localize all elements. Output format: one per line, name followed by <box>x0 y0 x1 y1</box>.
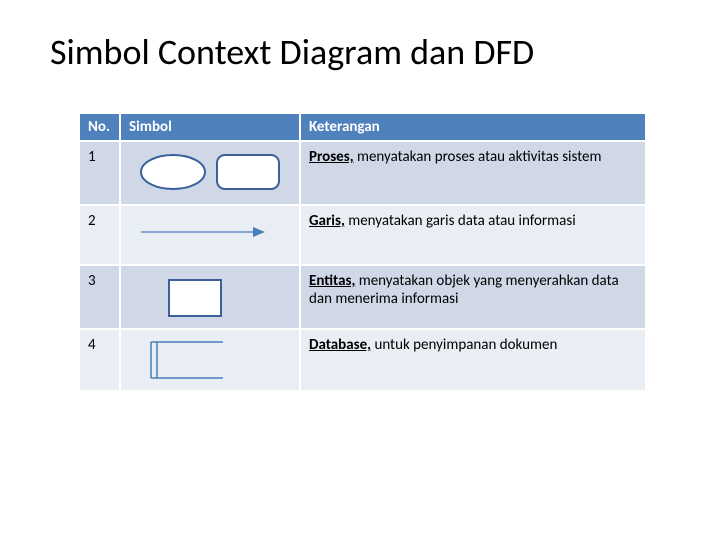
desc-bold: Garis, <box>309 212 345 230</box>
cell-no: 4 <box>80 329 120 391</box>
process-symbol-icon <box>137 152 287 202</box>
table-row: 4 Database, untuk penyimpanan dokumen <box>80 329 645 391</box>
desc-bold: Proses, <box>309 148 354 166</box>
database-symbol-icon <box>145 338 235 386</box>
cell-symbol <box>120 205 300 265</box>
table-header-row: No. Simbol Keterangan <box>80 114 645 141</box>
cell-description: Garis, menyatakan garis data atau inform… <box>300 205 645 265</box>
cell-no: 1 <box>80 141 120 205</box>
page-title: Simbol Context Diagram dan DFD <box>50 30 680 74</box>
cell-no: 3 <box>80 265 120 329</box>
desc-rest: menyatakan garis data atau informasi <box>345 212 576 230</box>
cell-description: Proses, menyatakan proses atau aktivitas… <box>300 141 645 205</box>
cell-symbol <box>120 265 300 329</box>
cell-symbol <box>120 141 300 205</box>
desc-rest: menyatakan objek yang menyerahkan data d… <box>309 272 619 308</box>
cell-symbol <box>120 329 300 391</box>
arrow-symbol-icon <box>137 222 287 252</box>
header-simbol: Simbol <box>120 114 300 141</box>
desc-rest: menyatakan proses atau aktivitas sistem <box>354 148 602 166</box>
slide: Simbol Context Diagram dan DFD No. Simbo… <box>0 0 720 422</box>
table-row: 3 Entitas, menyatakan objek yang menyera… <box>80 265 645 329</box>
header-no: No. <box>80 114 120 141</box>
table-row: 1 Proses, menyatakan proses atau aktivit… <box>80 141 645 205</box>
desc-bold: Database, <box>309 336 371 354</box>
table-row: 2 Garis, menyatakan garis data atau info… <box>80 205 645 265</box>
header-keterangan: Keterangan <box>300 114 645 141</box>
entity-symbol-icon <box>167 276 247 326</box>
symbol-table: No. Simbol Keterangan 1 Proses, menyatak… <box>80 114 645 392</box>
desc-bold: Entitas, <box>309 272 355 290</box>
cell-no: 2 <box>80 205 120 265</box>
cell-description: Database, untuk penyimpanan dokumen <box>300 329 645 391</box>
cell-description: Entitas, menyatakan objek yang menyerahk… <box>300 265 645 329</box>
desc-rest: untuk penyimpanan dokumen <box>371 336 557 354</box>
